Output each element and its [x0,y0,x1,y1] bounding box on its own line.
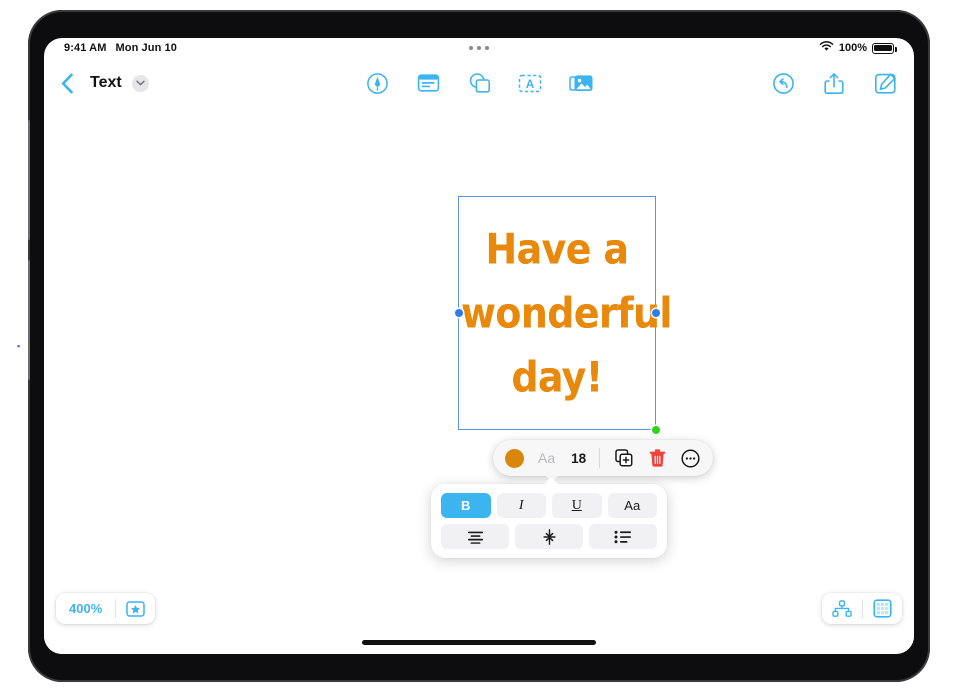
stray-marker-icon: ▪ [17,341,21,351]
page-title[interactable]: Text [90,74,122,92]
color-swatch[interactable] [505,448,524,468]
battery-icon [872,42,897,54]
multitasking-dots-icon[interactable] [469,46,489,50]
line-spacing-button[interactable] [515,524,583,549]
home-indicator[interactable] [362,640,596,645]
node-graph-icon [832,599,852,617]
bold-button[interactable]: B [441,493,491,518]
list-button[interactable] [589,524,657,549]
app-toolbar: Text A [44,62,914,108]
format-row-paragraph [441,524,657,549]
status-time: 9:41 AM [64,42,107,54]
hierarchy-button[interactable] [822,599,862,618]
text-object[interactable]: Have a wonderful day! [454,196,672,434]
duplicate-icon[interactable] [613,447,635,469]
bezel-highlight [28,120,30,240]
bezel-highlight [28,260,30,380]
status-bar: 9:41 AM Mon Jun 10 100% [44,38,914,62]
battery-percent: 100% [838,42,867,54]
svg-text:A: A [526,79,534,91]
trash-icon[interactable] [646,447,668,469]
font-size-value[interactable]: 18 [571,451,586,466]
object-context-toolbar: Aa 18 [493,440,714,482]
resize-handle-left[interactable] [454,309,463,317]
text-line: wonderful [461,288,672,338]
format-row-style: B I U Aa [441,493,657,518]
compose-button[interactable] [870,68,900,98]
undo-button[interactable] [768,68,798,98]
zoom-level-value[interactable]: 400% [56,601,115,616]
resize-handle-right[interactable] [651,309,660,317]
text-line: day! [511,351,603,401]
more-circle-icon[interactable] [679,447,701,469]
toolbar-center-group: A [362,68,596,98]
line-spacing-icon [542,528,556,545]
zoom-control: 400% [56,593,156,624]
align-center-icon [467,531,483,544]
view-controls [822,593,902,624]
resize-handle-bottom-right[interactable] [651,425,660,434]
media-tool[interactable] [566,68,596,98]
share-button[interactable] [819,68,849,98]
italic-button[interactable]: I [496,493,546,518]
ipad-screen: 9:41 AM Mon Jun 10 100% Text A Have a wo… [44,38,914,654]
font-style-button[interactable]: Aa [607,493,657,518]
back-chevron-icon[interactable] [54,68,80,98]
text-object-content[interactable]: Have a wonderful day! [459,217,672,408]
text-line: Have a [485,224,629,274]
font-label[interactable]: Aa [538,450,555,466]
bulleted-list-icon [614,530,631,543]
page-view-button[interactable] [863,599,902,618]
toolbar-left-group: Text [54,68,149,98]
align-button[interactable] [441,524,509,549]
note-tool[interactable] [413,68,443,98]
text-format-panel: B I U Aa [431,477,667,558]
star-box-icon [126,600,145,617]
canvas-area[interactable]: Have a wonderful day! Aa 18 B I U Aa 400… [44,108,914,654]
status-date: Mon Jun 10 [115,42,177,54]
grid-page-icon [873,599,892,618]
shapes-tool[interactable] [464,68,494,98]
favorite-button[interactable] [116,600,155,617]
toolbar-right-group [768,68,900,98]
wifi-icon [819,41,834,55]
status-bar-left: 9:41 AM Mon Jun 10 [64,42,177,54]
text-tool[interactable]: A [515,68,545,98]
status-bar-right: 100% [819,41,897,55]
underline-button[interactable]: U [552,493,602,518]
chevron-down-icon[interactable] [131,74,149,92]
draw-tool[interactable] [362,68,392,98]
toolbar-divider [599,448,601,468]
